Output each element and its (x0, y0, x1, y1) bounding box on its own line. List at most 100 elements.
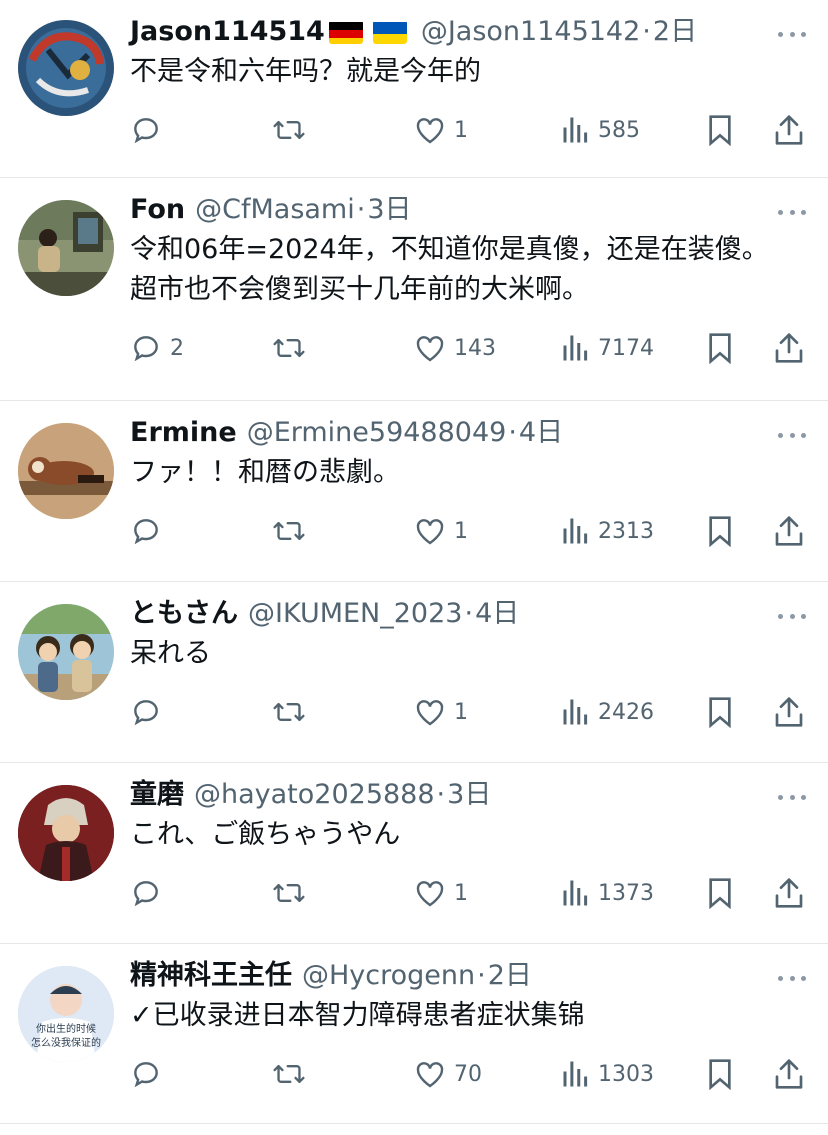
share-button[interactable] (774, 688, 804, 736)
bookmark-button[interactable] (706, 324, 734, 372)
tweet-text: 呆れる (130, 638, 211, 669)
avatar-caption-line-2: 怎么没我保证的 (31, 1036, 101, 1049)
views-button[interactable]: 1303 (562, 1050, 654, 1098)
timestamp[interactable]: 4日 (475, 596, 519, 632)
avatar[interactable] (18, 20, 114, 116)
reply-button[interactable] (130, 869, 170, 917)
separator-dot: · (436, 779, 446, 810)
views-chart-icon (562, 878, 590, 908)
like-button[interactable]: 143 (414, 324, 496, 372)
view-count: 1303 (598, 1061, 654, 1087)
author-handle[interactable]: @IKUMEN_2023 (248, 596, 462, 632)
action-bar: 1 1373 (130, 869, 808, 917)
reply-icon (130, 114, 162, 146)
more-options-icon[interactable] (778, 30, 806, 38)
reply-icon (130, 696, 162, 728)
author-name[interactable]: 童磨 (130, 777, 184, 813)
more-options-icon[interactable] (778, 974, 806, 982)
retweet-button[interactable] (272, 1050, 306, 1098)
tweet[interactable]: Ermine @Ermine59488049 · 4日 ファ！！和暦の悲劇。 1… (0, 401, 828, 582)
share-button[interactable] (774, 1050, 804, 1098)
like-button[interactable]: 1 (414, 869, 468, 917)
share-button[interactable] (774, 324, 804, 372)
reply-button[interactable] (130, 106, 170, 154)
avatar[interactable] (18, 200, 114, 296)
views-chart-icon (562, 516, 590, 546)
author-handle[interactable]: @Jason1145142 (421, 14, 640, 50)
share-button[interactable] (774, 507, 804, 555)
author-handle[interactable]: @CfMasami (195, 192, 355, 228)
views-button[interactable]: 585 (562, 106, 640, 154)
like-button[interactable]: 1 (414, 507, 468, 555)
share-button[interactable] (774, 106, 804, 154)
views-chart-icon (562, 333, 590, 363)
views-button[interactable]: 1373 (562, 869, 654, 917)
timestamp[interactable]: 4日 (519, 415, 563, 451)
retweet-button[interactable] (272, 507, 306, 555)
retweet-button[interactable] (272, 869, 306, 917)
author-name[interactable]: ともさん (130, 596, 238, 632)
avatar[interactable] (18, 785, 114, 881)
like-button[interactable]: 1 (414, 688, 468, 736)
retweet-button[interactable] (272, 106, 306, 154)
bookmark-button[interactable] (706, 106, 734, 154)
tweet-text: ✓已收录进日本智力障碍患者症状集锦 (130, 1000, 585, 1031)
avatar[interactable]: 你出生的时候 怎么没我保证的 (18, 966, 114, 1062)
share-icon (774, 114, 804, 146)
bookmark-button[interactable] (706, 507, 734, 555)
ukraine-flag-icon (372, 20, 407, 44)
reply-button[interactable] (130, 1050, 170, 1098)
tweet[interactable]: Fon @CfMasami · 3日 令和06年=2024年，不知道你是真傻，还… (0, 178, 828, 401)
like-button[interactable]: 70 (414, 1050, 482, 1098)
timestamp[interactable]: 3日 (447, 777, 491, 813)
tweet[interactable]: 童磨 @hayato2025888 · 3日 これ、ご飯ちゃうやん 1 1373 (0, 763, 828, 944)
views-button[interactable]: 2313 (562, 507, 654, 555)
bookmark-icon (706, 877, 734, 909)
bookmark-button[interactable] (706, 869, 734, 917)
more-options-icon[interactable] (778, 793, 806, 801)
action-bar: 1 2426 (130, 688, 808, 736)
author-name[interactable]: 精神科王主任 (130, 958, 292, 994)
tweet[interactable]: ともさん @IKUMEN_2023 · 4日 呆れる 1 2426 (0, 582, 828, 763)
more-options-icon[interactable] (778, 208, 806, 216)
views-chart-icon (562, 1059, 590, 1089)
avatar[interactable] (18, 423, 114, 519)
author-handle[interactable]: @Hycrogenn (302, 958, 475, 994)
timestamp[interactable]: 2日 (653, 14, 697, 50)
tweet[interactable]: Jason114514 @Jason1145142 · 2日 不是令和六年吗？就… (0, 0, 828, 178)
reply-button[interactable]: 2 (130, 324, 184, 372)
reply-button[interactable] (130, 507, 170, 555)
more-options-icon[interactable] (778, 431, 806, 439)
timestamp[interactable]: 2日 (488, 958, 532, 994)
author-handle[interactable]: @Ermine59488049 (247, 415, 507, 451)
avatar[interactable] (18, 604, 114, 700)
retweet-button[interactable] (272, 324, 306, 372)
author-handle[interactable]: @hayato2025888 (194, 777, 435, 813)
tweet[interactable]: 你出生的时候 怎么没我保证的 精神科王主任 @Hycrogenn · 2日 ✓已… (0, 944, 828, 1124)
bookmark-button[interactable] (706, 688, 734, 736)
author-name[interactable]: Fon (130, 192, 185, 228)
reply-button[interactable] (130, 688, 170, 736)
views-chart-icon (562, 697, 590, 727)
retweet-icon (272, 696, 306, 728)
reply-icon (130, 877, 162, 909)
avatar-caption-line-1: 你出生的时候 (36, 1022, 96, 1035)
bookmark-button[interactable] (706, 1050, 734, 1098)
like-count: 143 (454, 335, 496, 361)
views-button[interactable]: 7174 (562, 324, 654, 372)
like-button[interactable]: 1 (414, 106, 468, 154)
author-name[interactable]: Ermine (130, 415, 237, 451)
author-name[interactable]: Jason114514 (130, 14, 325, 50)
action-bar: 70 1303 (130, 1050, 808, 1098)
action-bar: 2 143 7174 (130, 324, 808, 372)
retweet-button[interactable] (272, 688, 306, 736)
separator-dot: · (642, 16, 651, 47)
more-options-icon[interactable] (778, 612, 806, 620)
timestamp[interactable]: 3日 (367, 192, 411, 228)
reply-count: 2 (170, 335, 184, 361)
tweet-text: ファ！！和暦の悲劇。 (130, 457, 400, 488)
share-icon (774, 515, 804, 547)
views-button[interactable]: 2426 (562, 688, 654, 736)
share-icon (774, 332, 804, 364)
share-button[interactable] (774, 869, 804, 917)
